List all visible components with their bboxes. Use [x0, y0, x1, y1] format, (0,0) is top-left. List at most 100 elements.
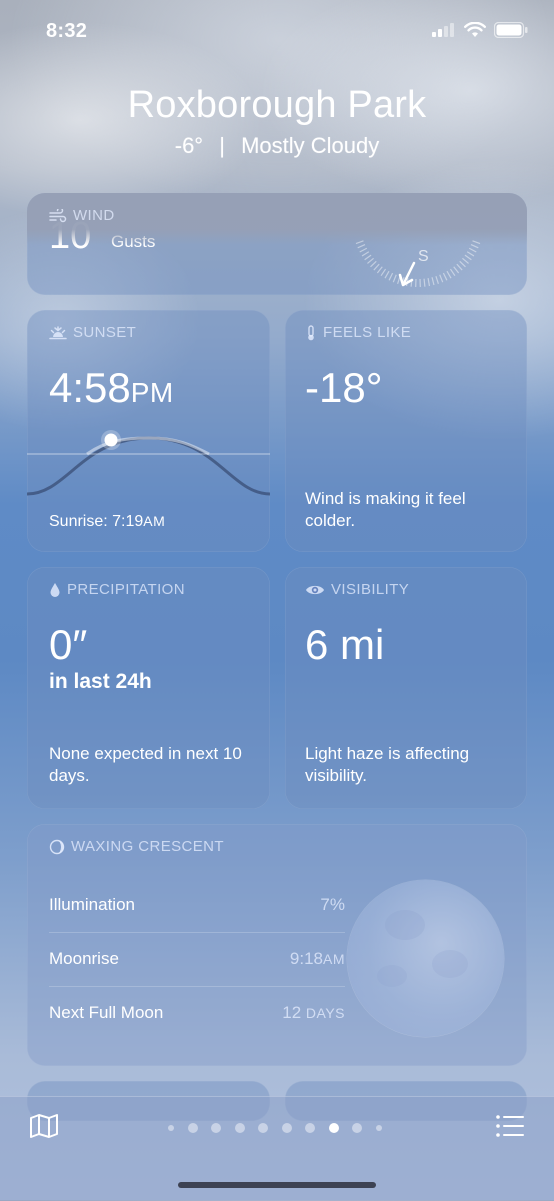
- moon-image: [347, 880, 504, 1037]
- compass-tick: [374, 264, 379, 270]
- page-dot-active[interactable]: [329, 1123, 339, 1133]
- compass-tick: [447, 271, 451, 278]
- sunrise-label: Sunrise: 7:19: [49, 513, 143, 530]
- condition-text: Mostly Cloudy: [241, 133, 379, 158]
- compass-tick: [465, 255, 471, 260]
- sunrise-ampm: AM: [143, 513, 165, 529]
- city-name: Roxborough Park: [0, 84, 554, 127]
- wind-direction-label: S: [418, 248, 429, 265]
- page-dot[interactable]: [376, 1125, 382, 1131]
- visibility-value: 6 mi: [305, 621, 384, 669]
- page-dot[interactable]: [168, 1125, 174, 1131]
- page-dot[interactable]: [352, 1123, 362, 1133]
- compass-tick: [358, 245, 365, 248]
- current-conditions: -6° | Mostly Cloudy: [0, 133, 554, 159]
- visibility-card[interactable]: VISIBILITY 6 mi Light haze is affecting …: [285, 567, 527, 809]
- compass-tick: [389, 273, 393, 280]
- page-dot[interactable]: [211, 1123, 221, 1133]
- feels-like-card[interactable]: FEELS LIKE -18° Wind is making it feel c…: [285, 310, 527, 552]
- wind-title: WIND: [49, 207, 115, 224]
- wifi-icon: [464, 22, 486, 38]
- visibility-desc: Light haze is affecting visibility.: [305, 743, 515, 787]
- feels-like-title: FEELS LIKE: [305, 324, 411, 341]
- feels-like-desc: Wind is making it feel colder.: [305, 488, 475, 532]
- visibility-title-text: VISIBILITY: [331, 581, 409, 598]
- precipitation-title: PRECIPITATION: [49, 581, 185, 598]
- compass-tick: [424, 279, 425, 287]
- compass-tick: [436, 276, 438, 284]
- compass-tick: [471, 245, 478, 248]
- status-bar: 8:32: [0, 0, 554, 64]
- feels-like-title-text: FEELS LIKE: [323, 324, 411, 341]
- location-header: Roxborough Park -6° | Mostly Cloudy: [0, 84, 554, 159]
- visibility-title: VISIBILITY: [305, 581, 409, 598]
- status-time: 8:32: [46, 20, 87, 43]
- moon-row-moonrise: Moonrise 9:18AM: [49, 932, 345, 987]
- compass-tick: [450, 269, 454, 276]
- list-icon[interactable]: [495, 1114, 525, 1138]
- precipitation-period: in last 24h: [49, 671, 152, 693]
- precipitation-desc: None expected in next 10 days.: [49, 743, 259, 787]
- wind-compass: S: [352, 231, 502, 295]
- compass-tick: [432, 277, 434, 285]
- compass-tick: [443, 273, 447, 280]
- wind-icon: [49, 209, 67, 223]
- full-moon-value: 12: [282, 1003, 306, 1022]
- home-indicator[interactable]: [178, 1182, 376, 1188]
- feels-like-value: -18°: [305, 364, 383, 412]
- sunset-card[interactable]: SUNSET 4:58PM Sunrise: 7:19AM: [27, 310, 270, 552]
- map-icon[interactable]: [29, 1113, 59, 1139]
- full-moon-unit: DAYS: [306, 1005, 345, 1021]
- compass-tick: [473, 241, 481, 244]
- compass-tick: [454, 267, 459, 273]
- moon-title-text: WAXING CRESCENT: [71, 838, 224, 855]
- compass-tick: [381, 269, 385, 276]
- moon-title: WAXING CRESCENT: [49, 838, 224, 855]
- moon-row-full-moon: Next Full Moon 12 DAYS: [49, 986, 345, 1040]
- compass-tick: [462, 258, 468, 263]
- moon-row-label: Next Full Moon: [49, 1003, 163, 1023]
- status-icons: [432, 22, 528, 38]
- sunset-time-value: 4:58: [49, 364, 131, 411]
- page-dot[interactable]: [282, 1123, 292, 1133]
- page-dot[interactable]: [188, 1123, 198, 1133]
- illumination-value: 7%: [320, 895, 345, 914]
- page-dot[interactable]: [258, 1123, 268, 1133]
- page-dot[interactable]: [235, 1123, 245, 1133]
- moon-phase-icon: [49, 839, 65, 855]
- precipitation-card[interactable]: PRECIPITATION 0″ in last 24h None expect…: [27, 567, 270, 809]
- moon-card[interactable]: WAXING CRESCENT Illumination 7% Moonrise…: [27, 824, 527, 1066]
- sunset-ampm: PM: [131, 377, 174, 408]
- page-dot[interactable]: [305, 1123, 315, 1133]
- compass-tick: [385, 271, 389, 278]
- page-indicator[interactable]: [168, 1123, 382, 1133]
- wind-card[interactable]: 10 Gusts WIND S: [27, 193, 527, 295]
- sun-path-graph: [27, 420, 270, 500]
- moon-row-illumination: Illumination 7%: [49, 878, 345, 933]
- compass-tick: [360, 248, 367, 252]
- eye-icon: [305, 583, 325, 597]
- moonrise-value: 9:18: [290, 949, 323, 968]
- compass-tick: [377, 267, 382, 273]
- precipitation-title-text: PRECIPITATION: [67, 581, 185, 598]
- compass-tick: [362, 252, 369, 256]
- cellular-signal-icon: [432, 23, 456, 37]
- wind-title-text: WIND: [73, 207, 115, 224]
- conditions-divider: |: [219, 133, 225, 158]
- compass-tick: [371, 261, 377, 267]
- compass-tick: [356, 241, 364, 244]
- raindrop-icon: [49, 582, 61, 598]
- precipitation-value: 0″: [49, 621, 87, 669]
- moon-row-value: 7%: [320, 895, 345, 915]
- sunset-title: SUNSET: [49, 324, 136, 341]
- moon-row-value: 12 DAYS: [282, 1003, 345, 1023]
- compass-tick: [367, 258, 373, 263]
- bottom-toolbar: [0, 1096, 554, 1201]
- current-temp: -6°: [175, 133, 203, 158]
- battery-icon: [494, 22, 528, 38]
- thermometer-icon: [305, 325, 317, 341]
- sunrise-time: Sunrise: 7:19AM: [49, 510, 165, 533]
- compass-tick: [457, 264, 462, 270]
- compass-tick: [460, 261, 466, 267]
- sunset-time: 4:58PM: [49, 364, 174, 412]
